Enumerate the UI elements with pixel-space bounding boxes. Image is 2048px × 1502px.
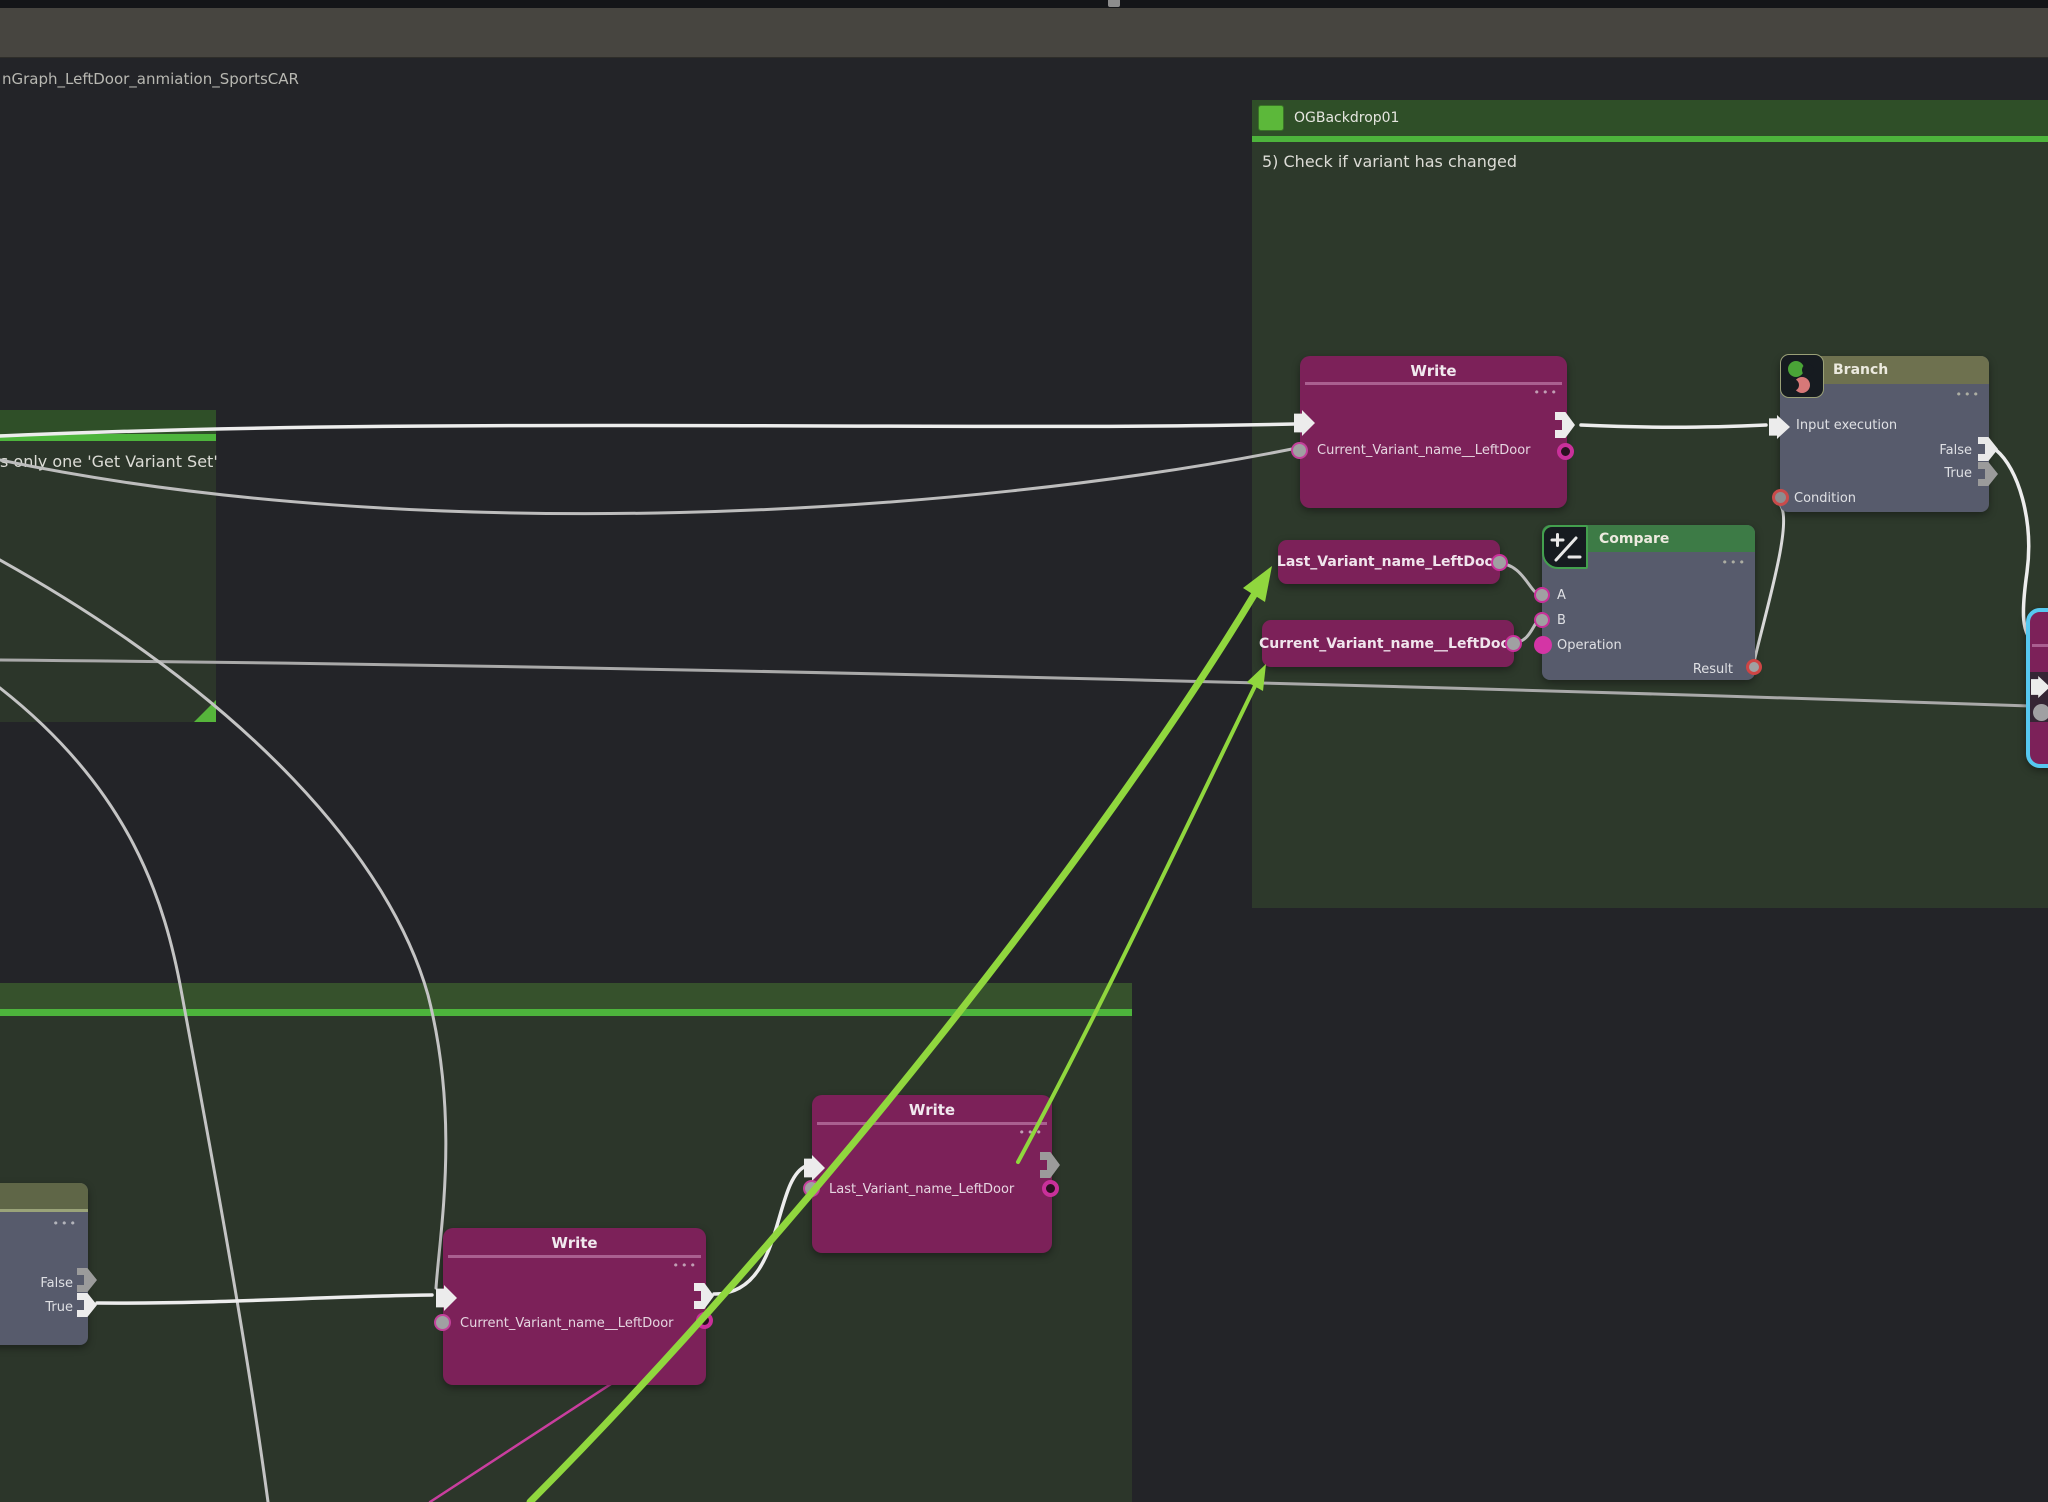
backdrop-color-icon[interactable] (1258, 105, 1284, 131)
condition-pin[interactable] (1772, 489, 1789, 506)
b-label: B (1557, 613, 1566, 628)
input-pin[interactable] (2033, 704, 2048, 721)
backdrop-left-comment: s only one 'Get Variant Set' (0, 452, 218, 471)
output-pin[interactable] (696, 1312, 713, 1329)
input-pin-label: Last_Variant_name_LeftDoor (829, 1182, 1014, 1197)
output-pin[interactable] (1042, 1180, 1059, 1197)
node-branch[interactable]: Branch ••• Input execution False True Co… (1780, 356, 1989, 512)
toolbar-strip (0, 8, 2048, 58)
a-label: A (1557, 588, 1566, 603)
ellipsis-icon[interactable]: ••• (1534, 388, 1559, 398)
ellipsis-icon[interactable]: ••• (1722, 558, 1747, 568)
exec-in-pin[interactable] (1294, 410, 1315, 436)
input-pin[interactable] (803, 1180, 820, 1197)
condition-label: Condition (1794, 491, 1856, 506)
backdrop-resize-handle[interactable] (194, 700, 216, 722)
backdrop-ogbackdrop01-comment: 5) Check if variant has changed (1262, 152, 1517, 171)
ellipsis-icon[interactable]: ••• (1956, 390, 1981, 400)
output-pin[interactable] (1491, 554, 1508, 571)
true-label: True (1944, 466, 1972, 481)
result-pin[interactable] (1746, 659, 1762, 675)
ellipsis-icon[interactable]: ••• (1019, 1128, 1044, 1138)
backdrop-ogbackdrop01-header[interactable]: OGBackdrop01 (1252, 100, 2048, 136)
variable-label: Current_Variant_name__LeftDoor (1259, 636, 1517, 652)
node-write-bottom2[interactable]: Write ••• Last_Variant_name_LeftDoor (812, 1095, 1052, 1253)
result-label: Result (1693, 662, 1733, 677)
variable-pill-current[interactable]: Current_Variant_name__LeftDoor (1262, 620, 1514, 667)
input-pin-label: Current_Variant_name__LeftDoor (460, 1316, 674, 1331)
node-title: Branch (1833, 362, 1888, 378)
backdrop-bottom-header[interactable] (0, 983, 1132, 1009)
node-title: Write (812, 1101, 1052, 1119)
ellipsis-icon[interactable]: ••• (673, 1261, 698, 1271)
node-title: Write (1300, 362, 1567, 380)
graph-name-label: nGraph_LeftDoor_anmiation_SportsCAR (2, 70, 299, 88)
input-pin[interactable] (1291, 442, 1308, 459)
operation-pin[interactable] (1534, 636, 1552, 654)
compare-icon (1542, 525, 1588, 569)
input-pin[interactable] (434, 1314, 451, 1331)
exec-in-pin[interactable] (1769, 415, 1790, 439)
variable-pill-last[interactable]: Last_Variant_name_LeftDoor (1278, 540, 1500, 584)
node-selected-right[interactable] (2026, 608, 2048, 768)
node-title: Write (443, 1234, 706, 1252)
exec-in-pin[interactable] (804, 1155, 825, 1181)
backdrop-title: OGBackdrop01 (1294, 110, 1399, 126)
window-top-bar (0, 0, 2048, 8)
node-branch-bottom[interactable]: ••• False True (0, 1183, 88, 1345)
top-tick-icon (1108, 0, 1120, 7)
output-pin[interactable] (1505, 635, 1522, 652)
input-pin-label: Current_Variant_name__LeftDoor (1317, 443, 1531, 458)
operation-label: Operation (1557, 638, 1622, 653)
output-pin[interactable] (1557, 443, 1574, 460)
ellipsis-icon[interactable]: ••• (53, 1219, 78, 1229)
backdrop-left[interactable]: s only one 'Get Variant Set' (0, 410, 216, 722)
b-pin[interactable] (1534, 612, 1550, 628)
a-pin[interactable] (1534, 587, 1550, 603)
input-exec-label: Input execution (1796, 418, 1897, 433)
false-label: False (1939, 443, 1972, 458)
backdrop-left-header[interactable] (0, 410, 216, 434)
variable-label: Last_Variant_name_LeftDoor (1277, 554, 1501, 570)
node-write-top[interactable]: Write ••• Current_Variant_name__LeftDoor (1300, 356, 1567, 508)
false-label: False (40, 1276, 73, 1291)
node-write-bottom1[interactable]: Write ••• Current_Variant_name__LeftDoor (443, 1228, 706, 1385)
exec-in-pin[interactable] (436, 1285, 457, 1311)
node-compare[interactable]: Compare ••• A B Operation Result (1542, 525, 1755, 680)
node-title: Compare (1599, 531, 1669, 547)
true-label: True (45, 1300, 73, 1315)
branch-icon (1780, 354, 1824, 398)
